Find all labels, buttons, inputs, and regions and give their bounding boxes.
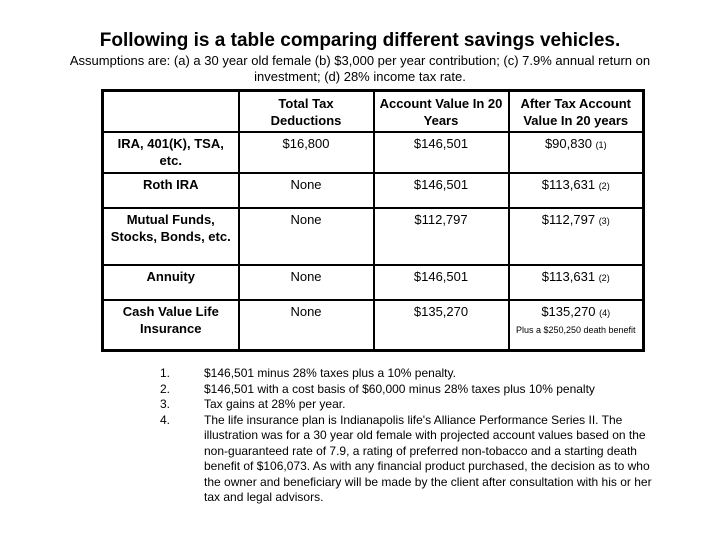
account-value-cell: $135,270 [372,299,510,351]
account-value-cell: $146,501 [372,131,510,174]
tax-deductions-cell: None [237,172,375,209]
footnote-item: 2. $146,501 with a cost basis of $60,000… [160,382,660,398]
tax-deductions-cell: None [237,299,375,351]
footnote-ref: (4) [599,308,611,318]
row-label: IRA, 401(K), TSA, etc. [101,131,240,174]
account-value-cell: $146,501 [372,264,510,301]
footnote-item: 1. $146,501 minus 28% taxes plus a 10% p… [160,366,660,382]
footnote-number: 1. [160,366,171,380]
death-benefit-note: Plus a $250,250 death benefit [515,325,636,335]
after-tax-value: $90,830 [544,136,592,151]
header-account-value: Account Value In 20 Years [372,89,510,133]
after-tax-cell: $135,270 (4) Plus a $250,250 death benefi… [507,299,645,351]
after-tax-value: $113,631 [541,177,596,192]
footnote-ref: (1) [595,140,607,150]
after-tax-cell: $112,797 (3) [507,207,645,266]
footnote-text: $146,501 minus 28% taxes plus a 10% pena… [204,366,456,380]
comparison-table: Total Tax Deductions Account Value In 20… [101,89,645,352]
account-value-cell: $112,797 [372,207,510,266]
footnote-item: 4. The life insurance plan is Indianapol… [160,413,660,506]
after-tax-cell: $90,830 (1) [507,131,645,174]
table-row: Mutual Funds, Stocks, Bonds, etc. None $… [101,207,645,266]
footnotes-list: 1. $146,501 minus 28% taxes plus a 10% p… [160,366,660,506]
tax-deductions-cell: None [237,264,375,301]
footnote-text: The life insurance plan is Indianapolis … [204,412,652,505]
header-total-tax-deductions: Total Tax Deductions [237,89,375,133]
footnote-ref: (2) [598,273,610,283]
footnote-ref: (3) [598,216,610,226]
after-tax-value: $135,270 [541,304,596,319]
table-row: Annuity None $146,501 $113,631 (2) [101,264,645,301]
row-label: Annuity [101,264,240,301]
footnote-text: Tax gains at 28% per year. [204,397,346,411]
footnote-number: 3. [160,397,171,411]
row-label: Roth IRA [101,172,240,209]
footnote-text: $146,501 with a cost basis of $60,000 mi… [204,381,595,396]
page-title: Following is a table comparing different… [99,30,621,51]
table-row: Cash Value Life Insurance None $135,270 … [101,299,645,351]
table-row: IRA, 401(K), TSA, etc. $16,800 $146,501 … [101,131,645,174]
footnote-number: 4. [160,412,171,427]
header-after-tax-value: After Tax Account Value In 20 years [507,89,645,133]
assumptions-text: Assumptions are: (a) a 30 year old femal… [69,53,651,84]
row-label: Cash Value Life Insurance [101,299,240,351]
row-label: Mutual Funds, Stocks, Bonds, etc. [101,207,240,266]
footnote-item: 3. Tax gains at 28% per year. [160,397,660,413]
table-header-row: Total Tax Deductions Account Value In 20… [101,89,645,133]
tax-deductions-cell: None [237,207,375,266]
footnote-ref: (2) [598,181,610,191]
table-row: Roth IRA None $146,501 $113,631 (2) [101,172,645,209]
header-cell-blank [101,89,240,133]
after-tax-cell: $113,631 (2) [507,172,645,209]
footnote-number: 2. [160,381,171,396]
after-tax-cell: $113,631 (2) [507,264,645,301]
account-value-cell: $146,501 [372,172,510,209]
after-tax-value: $113,631 [541,269,596,284]
tax-deductions-cell: $16,800 [237,131,375,174]
after-tax-value: $112,797 [541,212,596,227]
